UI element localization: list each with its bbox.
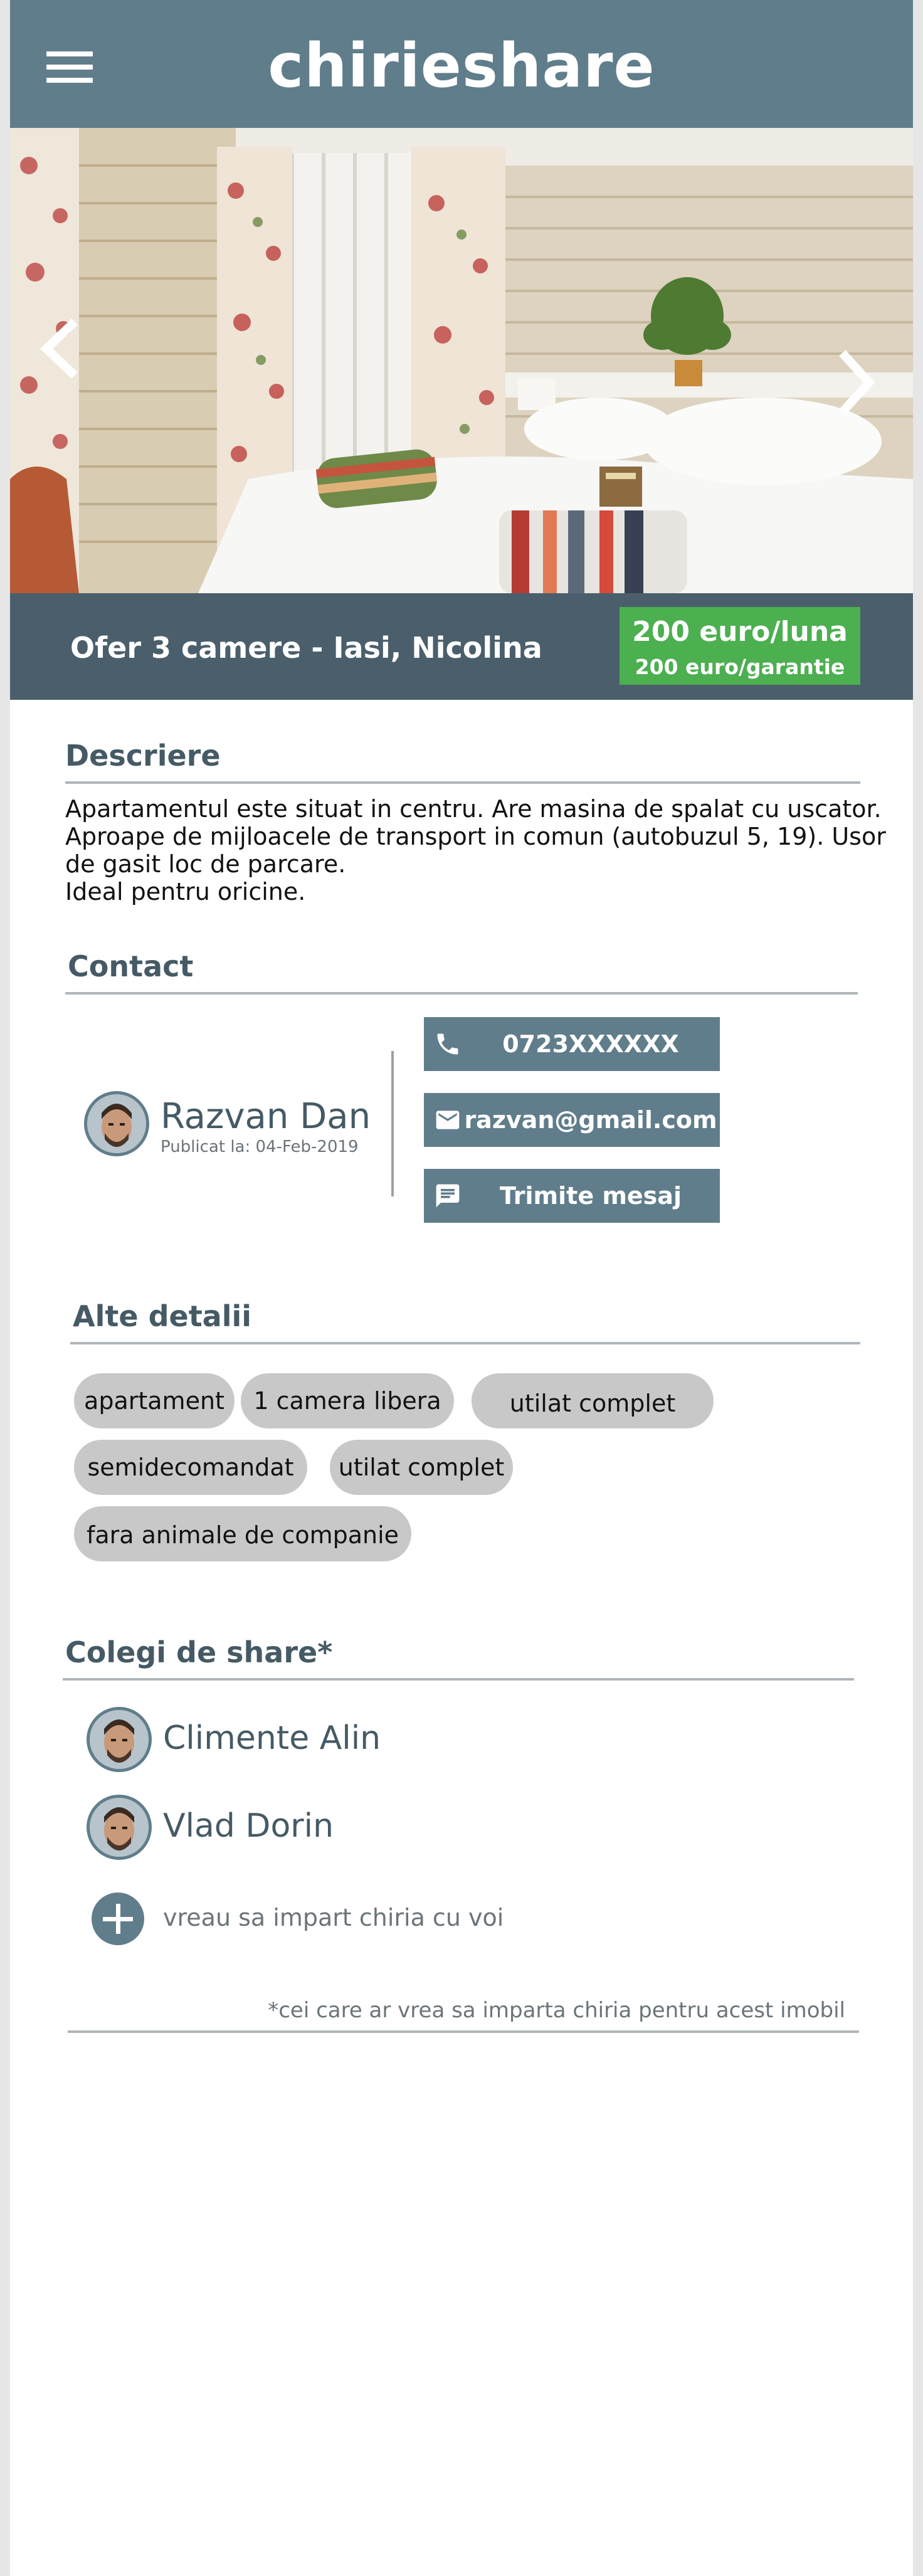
email-button[interactable]: razvan@gmail.com xyxy=(424,1093,720,1147)
description-heading: Descriere xyxy=(65,739,221,773)
tag-chip[interactable]: utilat complet xyxy=(330,1440,513,1495)
call-button[interactable]: 0723XXXXXX xyxy=(424,1017,720,1071)
roommates-divider xyxy=(63,1678,854,1681)
description-line: Aproape de mijloacele de transport in co… xyxy=(65,823,886,850)
description-line: Apartamentul este situat in centru. Are … xyxy=(65,795,882,823)
contact-vertical-divider xyxy=(391,1051,394,1196)
listing-photo-carousel[interactable] xyxy=(10,128,913,593)
email-address: razvan@gmail.com xyxy=(464,1106,717,1134)
bedroom-photo xyxy=(10,128,913,593)
phone-icon xyxy=(437,1033,458,1055)
tag-chip[interactable]: utilat complet xyxy=(472,1373,714,1428)
roommates-footnote: *cei care ar vrea sa imparta chiria pent… xyxy=(268,1998,845,2023)
owner-name[interactable]: Razvan Dan xyxy=(161,1096,371,1137)
price-badge: 200 euro/luna 200 euro/garantie xyxy=(620,607,860,685)
listing-title: Ofer 3 camere - Iasi, Nicolina xyxy=(70,631,542,665)
phone-number: 0723XXXXXX xyxy=(502,1030,679,1058)
roommate-name[interactable]: Climente Alin xyxy=(163,1719,381,1757)
tag-chip[interactable]: fara animale de companie xyxy=(74,1506,411,1561)
join-share-link[interactable]: vreau sa impart chiria cu voi xyxy=(163,1904,504,1931)
roommate-avatar[interactable] xyxy=(87,1795,152,1860)
published-date: Publicat la: 04-Feb-2019 xyxy=(161,1138,359,1156)
roommates-heading: Colegi de share* xyxy=(65,1635,333,1669)
description-text: Apartamentul este situat in centru. Are … xyxy=(65,795,886,905)
description-line: Ideal pentru oricine. xyxy=(65,878,306,905)
owner-avatar[interactable] xyxy=(84,1091,149,1156)
listing-title-band: Ofer 3 camere - Iasi, Nicolina 200 euro/… xyxy=(10,593,913,700)
description-line: de gasit loc de parcare. xyxy=(65,850,346,878)
price-monthly: 200 euro/luna xyxy=(632,616,848,648)
details-heading: Alte detalii xyxy=(73,1299,252,1333)
app-header: chirieshare xyxy=(10,0,913,128)
roommate-name[interactable]: Vlad Dorin xyxy=(163,1807,334,1845)
tag-chip[interactable]: apartament xyxy=(74,1373,235,1428)
footer-divider xyxy=(68,2030,859,2033)
tag-chip[interactable]: semidecomandat xyxy=(74,1440,307,1495)
brand-logo[interactable]: chirieshare xyxy=(10,0,913,128)
roommate-avatar[interactable] xyxy=(87,1707,152,1772)
contact-heading: Contact xyxy=(68,949,194,983)
details-divider xyxy=(70,1342,860,1344)
app-screen: chirieshare Ofer 3 camere - Iasi, Nicoli… xyxy=(10,0,913,2576)
chat-icon xyxy=(436,1184,460,1208)
chevron-right-icon xyxy=(839,350,875,415)
plus-icon[interactable] xyxy=(92,1892,144,1945)
carousel-next-button[interactable] xyxy=(825,128,894,593)
description-divider xyxy=(65,781,860,784)
contact-divider xyxy=(65,992,858,995)
tag-chip[interactable]: 1 camera libera xyxy=(241,1373,454,1428)
send-message-label: Trimite mesaj xyxy=(500,1182,682,1210)
mail-icon xyxy=(436,1111,460,1129)
send-message-button[interactable]: Trimite mesaj xyxy=(424,1169,720,1223)
price-deposit: 200 euro/garantie xyxy=(635,655,845,679)
carousel-prev-button[interactable] xyxy=(10,128,79,593)
chevron-left-icon xyxy=(40,319,78,379)
